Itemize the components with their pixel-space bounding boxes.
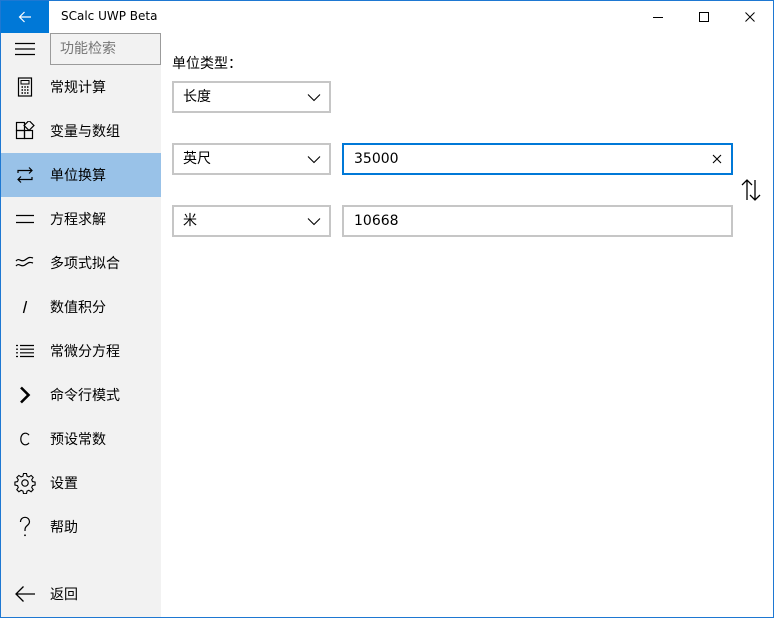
to-unit-value: 米 — [183, 213, 197, 229]
nav-label: 命令行模式 — [50, 388, 120, 404]
nav-label: 返回 — [50, 587, 78, 603]
gear-icon — [1, 461, 49, 505]
nav-item-variables[interactable]: 变量与数组 — [1, 109, 161, 153]
to-value-text: 10668 — [354, 213, 399, 229]
minimize-icon — [653, 17, 663, 18]
nav-label: 帮助 — [50, 520, 78, 536]
from-value-input[interactable]: 35000 — [342, 143, 733, 175]
nav-label: 单位换算 — [50, 168, 106, 184]
question-icon — [1, 505, 49, 549]
nav-item-general-calc[interactable]: 常规计算 — [1, 65, 161, 109]
nav-label: 预设常数 — [50, 432, 106, 448]
equals-icon — [1, 197, 49, 241]
swap-vertical-icon — [741, 179, 761, 201]
convert-icon — [1, 153, 49, 197]
hamburger-icon — [15, 42, 35, 56]
unit-type-label: 单位类型： — [172, 56, 242, 72]
nav-item-numerical-integration[interactable]: 数值积分 — [1, 285, 161, 329]
chevron-down-icon — [307, 218, 321, 226]
maximize-icon — [699, 12, 709, 22]
nav-item-command-line[interactable]: 命令行模式 — [1, 373, 161, 417]
navigation-pane: 功能检索 常规计算 变量与数组 单位换算 方程求解 多项式拟合 数值积分 常微分… — [1, 33, 161, 617]
nav-item-constants[interactable]: 预设常数 — [1, 417, 161, 461]
constant-c-icon — [1, 417, 49, 461]
wave-icon — [1, 241, 49, 285]
from-value-text: 35000 — [354, 151, 399, 167]
clear-input-button[interactable] — [709, 151, 725, 167]
unit-conversion-page: 单位类型： 长度 英尺 35000 米 10668 — [161, 33, 773, 617]
function-search-input[interactable]: 功能检索 — [50, 33, 161, 65]
minimize-button[interactable] — [635, 1, 681, 33]
swap-units-button[interactable] — [739, 177, 763, 203]
app-window: SCalc UWP Beta 功能检索 常规计算 变量与数组 单位换算 方程求解… — [0, 0, 774, 618]
window-title: SCalc UWP Beta — [61, 9, 158, 23]
chevron-right-icon — [1, 373, 49, 417]
nav-label: 常微分方程 — [50, 344, 120, 360]
from-unit-value: 英尺 — [183, 151, 211, 167]
chevron-down-icon — [307, 156, 321, 164]
nav-label: 设置 — [50, 476, 78, 492]
nav-item-back[interactable]: 返回 — [1, 572, 161, 616]
calculator-icon — [1, 65, 49, 109]
nav-label: 多项式拟合 — [50, 256, 120, 272]
hamburger-button[interactable] — [1, 33, 49, 65]
unit-type-combobox[interactable]: 长度 — [172, 81, 331, 113]
nav-item-equation-solver[interactable]: 方程求解 — [1, 197, 161, 241]
blocks-icon — [1, 109, 49, 153]
list-icon — [1, 329, 49, 373]
close-icon — [712, 154, 722, 164]
nav-label: 常规计算 — [50, 80, 106, 96]
close-icon — [745, 12, 755, 22]
nav-item-unit-conversion[interactable]: 单位换算 — [1, 153, 161, 197]
arrow-left-icon — [1, 572, 49, 616]
to-unit-combobox[interactable]: 米 — [172, 205, 331, 237]
nav-label: 变量与数组 — [50, 124, 120, 140]
arrow-left-icon — [18, 11, 31, 23]
titlebar-back-button[interactable] — [1, 1, 49, 33]
from-unit-combobox[interactable]: 英尺 — [172, 143, 331, 175]
maximize-button[interactable] — [681, 1, 727, 33]
nav-item-polynomial-fit[interactable]: 多项式拟合 — [1, 241, 161, 285]
to-value-input[interactable]: 10668 — [342, 205, 733, 237]
unit-type-value: 长度 — [183, 89, 211, 105]
integral-icon — [1, 285, 49, 329]
title-bar: SCalc UWP Beta — [1, 1, 773, 33]
nav-item-help[interactable]: 帮助 — [1, 505, 161, 549]
nav-item-settings[interactable]: 设置 — [1, 461, 161, 505]
nav-item-ode[interactable]: 常微分方程 — [1, 329, 161, 373]
chevron-down-icon — [307, 94, 321, 102]
nav-label: 方程求解 — [50, 212, 106, 228]
nav-label: 数值积分 — [50, 300, 106, 316]
close-button[interactable] — [727, 1, 773, 33]
